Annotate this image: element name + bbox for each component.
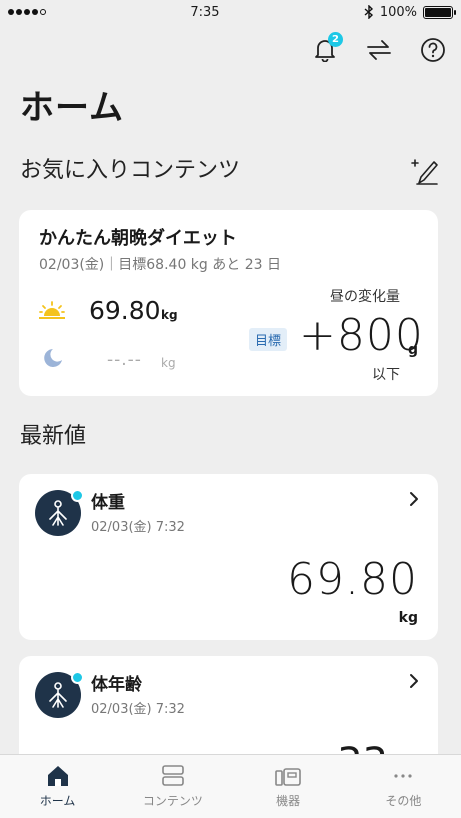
diet-subtitle: 02/03(金)｜目標68.40 kg あと 23 日: [39, 257, 281, 273]
page-title: ホーム: [20, 88, 124, 128]
body-icon: [35, 671, 84, 718]
nav-more[interactable]: その他: [346, 755, 461, 818]
body-icon: [35, 489, 84, 536]
status-dot: [71, 489, 84, 502]
battery-percent: 100%: [379, 4, 417, 20]
transfer-icon: [367, 40, 391, 60]
contents-icon: [160, 764, 186, 788]
diet-card[interactable]: かんたん朝晩ダイエット 02/03(金)｜目標68.40 kg あと 23 日 …: [19, 210, 438, 396]
devices-icon: [275, 764, 301, 788]
nav-devices-label: 機器: [276, 794, 301, 808]
daytime-change-label: 昼の変化量: [330, 289, 400, 305]
battery-icon: [423, 5, 456, 19]
bottom-nav: ホーム コンテンツ 機器 その他: [0, 754, 461, 818]
help-button[interactable]: [419, 36, 447, 64]
sync-button[interactable]: [365, 36, 393, 64]
night-weight-value: --.--: [107, 350, 142, 370]
morning-weight-value: 69.80: [89, 296, 161, 325]
moon-icon: [44, 349, 62, 367]
night-weight-unit: kg: [161, 356, 176, 370]
chevron-right-icon[interactable]: [408, 490, 420, 508]
sun-icon: [39, 301, 65, 319]
nav-more-label: その他: [385, 794, 422, 808]
edit-pencil-icon: [411, 159, 438, 185]
latest-section-title: 最新値: [20, 424, 87, 449]
nav-contents-label: コンテンツ: [142, 794, 203, 808]
chevron-right-icon[interactable]: [408, 672, 420, 690]
body-age-time: 02/03(金) 7:32: [91, 702, 185, 717]
status-time: 7:35: [190, 4, 220, 20]
weight-value: 69.80: [287, 554, 418, 605]
nav-home-label: ホーム: [39, 794, 76, 808]
target-tag: 目標: [249, 328, 288, 351]
nav-contents[interactable]: コンテンツ: [115, 755, 230, 818]
daytime-change-value: +800: [299, 310, 424, 361]
bluetooth-icon: [364, 5, 373, 19]
home-icon: [45, 764, 71, 788]
notification-badge: 2: [328, 32, 343, 47]
favorites-section-title: お気に入りコンテンツ: [20, 158, 241, 183]
signal-icon: [8, 9, 46, 15]
nav-home[interactable]: ホーム: [0, 755, 115, 818]
status-bar: 7:35 100%: [0, 0, 461, 24]
header-actions: 2: [311, 32, 447, 64]
nav-devices[interactable]: 機器: [231, 755, 346, 818]
status-dot: [71, 671, 84, 684]
weight-time: 02/03(金) 7:32: [91, 520, 185, 535]
notification-button[interactable]: 2: [311, 32, 343, 64]
help-icon: [421, 38, 445, 62]
diet-title: かんたん朝晩ダイエット: [39, 228, 237, 249]
morning-weight-unit: kg: [161, 308, 178, 322]
body-age-name: 体年齢: [91, 675, 142, 695]
weight-unit: kg: [398, 610, 418, 626]
more-icon: [390, 764, 416, 788]
weight-name: 体重: [91, 493, 125, 513]
edit-favorites-button[interactable]: [411, 156, 441, 186]
daytime-change-note: 以下: [372, 367, 400, 383]
weight-card[interactable]: 体重 02/03(金) 7:32 69.80 kg: [19, 474, 438, 640]
daytime-change-unit: g: [408, 342, 419, 358]
